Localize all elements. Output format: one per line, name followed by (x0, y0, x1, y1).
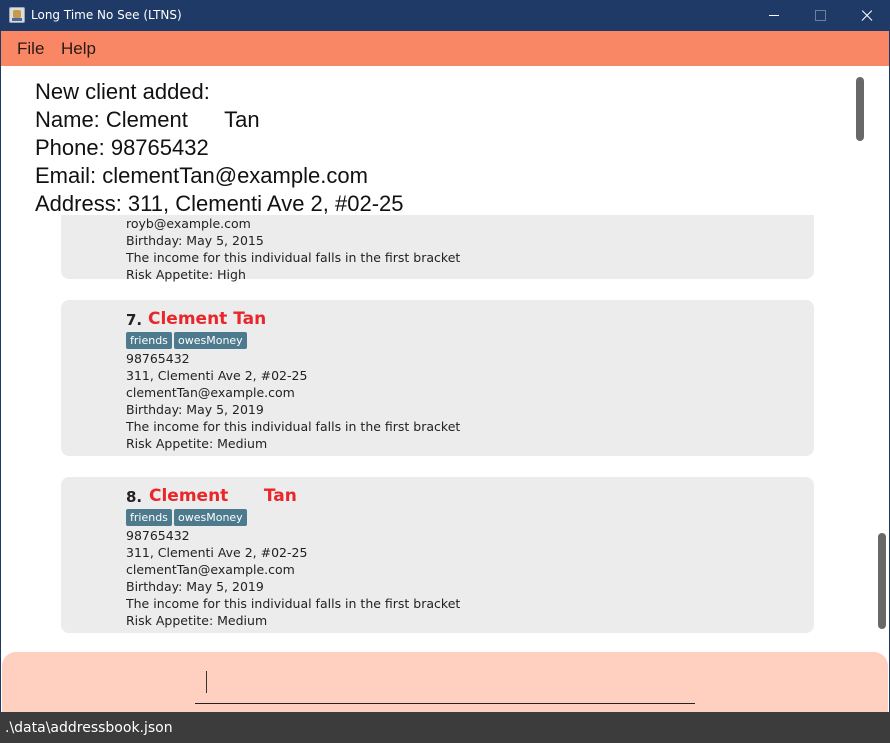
person-index: 7. (126, 311, 143, 329)
command-box (2, 652, 888, 712)
person-phone: 98765432 (126, 351, 190, 366)
person-card[interactable]: 8. Clement Tan friends owesMoney 9876543… (61, 477, 814, 633)
person-name: Clement Tan (149, 486, 297, 506)
list-scrollbar[interactable] (878, 533, 886, 629)
person-card[interactable]: royb@example.com Birthday: May 5, 2015 T… (61, 215, 814, 282)
tag-owes-money: owesMoney (174, 509, 247, 526)
person-birthday: Birthday: May 5, 2015 (126, 233, 264, 248)
person-index: 8. (126, 488, 143, 506)
minimize-icon[interactable] (751, 0, 797, 31)
title-bar: Long Time No See (LTNS) (0, 0, 890, 31)
menu-file[interactable]: File (17, 39, 44, 59)
person-name: Clement Tan (148, 309, 267, 329)
result-text: New client added: Name: Clement Tan Phon… (35, 79, 404, 215)
window-title: Long Time No See (LTNS) (31, 8, 182, 22)
person-phone: 98765432 (126, 528, 190, 543)
person-email: clementTan@example.com (126, 385, 295, 400)
tag-friends: friends (126, 332, 172, 349)
person-card[interactable]: 7. Clement Tan friends owesMoney 9876543… (61, 300, 814, 456)
status-bar: .\data\addressbook.json (0, 712, 890, 743)
person-risk: Risk Appetite: Medium (126, 613, 268, 628)
close-icon[interactable] (843, 0, 889, 31)
person-address: 311, Clementi Ave 2, #02-25 (126, 545, 308, 560)
command-input[interactable] (195, 664, 695, 704)
person-address: 311, Clementi Ave 2, #02-25 (126, 368, 308, 383)
tag-friends: friends (126, 509, 172, 526)
person-income: The income for this individual falls in … (126, 419, 461, 434)
tag-owes-money: owesMoney (174, 332, 247, 349)
result-scrollbar[interactable] (856, 77, 864, 141)
menu-help[interactable]: Help (61, 39, 96, 59)
app-icon (9, 7, 25, 23)
person-birthday: Birthday: May 5, 2019 (126, 579, 264, 594)
result-display[interactable]: New client added: Name: Clement Tan Phon… (1, 66, 889, 215)
menu-bar: File Help (1, 31, 889, 66)
person-email: royb@example.com (126, 216, 251, 231)
person-income: The income for this individual falls in … (126, 250, 461, 265)
person-email: clementTan@example.com (126, 562, 295, 577)
status-file-path: .\data\addressbook.json (5, 720, 173, 736)
text-cursor (206, 671, 207, 693)
person-risk: Risk Appetite: High (126, 267, 246, 282)
person-income: The income for this individual falls in … (126, 596, 461, 611)
maximize-icon[interactable] (797, 0, 843, 31)
person-birthday: Birthday: May 5, 2019 (126, 402, 264, 417)
person-risk: Risk Appetite: Medium (126, 436, 268, 451)
person-list[interactable]: royb@example.com Birthday: May 5, 2015 T… (1, 215, 889, 652)
